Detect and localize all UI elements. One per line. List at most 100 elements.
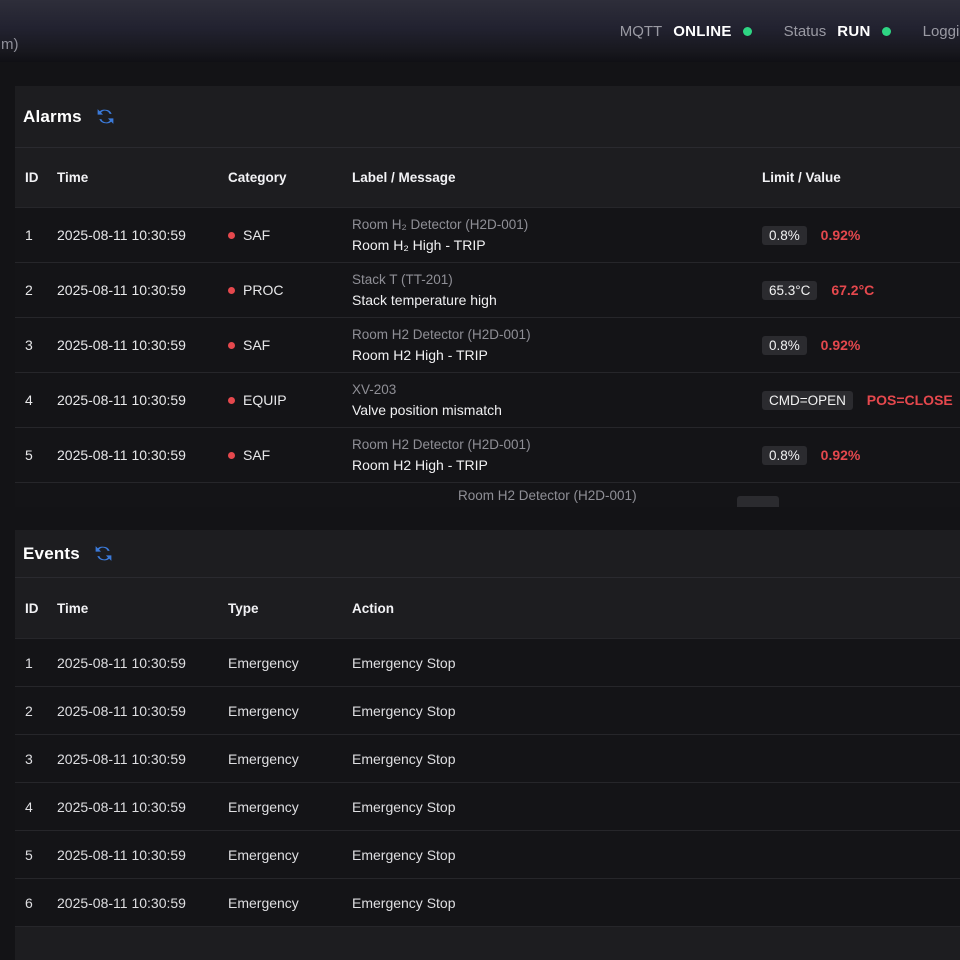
alarm-row-id: 4 xyxy=(25,392,57,408)
top-header-bar: m) MQTT ONLINE Status RUN Logging xyxy=(0,0,960,62)
alarm-severity-dot-icon xyxy=(228,287,235,294)
event-row-type: Emergency xyxy=(228,655,352,671)
alarms-title-row: Alarms xyxy=(15,86,960,148)
events-panel: Events ID Time Type Action 1 2025-08-11 … xyxy=(15,530,960,960)
logging-label[interactable]: Logging xyxy=(923,23,960,40)
alarm-row-label-message: Room H2 Detector (H2D-001) Room H2 High … xyxy=(352,325,762,365)
alarm-severity-dot-icon xyxy=(228,452,235,459)
header-status-nav: MQTT ONLINE Status RUN Logging xyxy=(620,0,960,62)
refresh-icon xyxy=(93,543,114,564)
refresh-icon xyxy=(95,106,116,127)
alarm-category-text: SAF xyxy=(243,227,270,243)
events-refresh-button[interactable] xyxy=(93,543,114,564)
alarm-row-label-message: Room H2 Detector (H2D-001) Room H2 High … xyxy=(352,435,762,475)
alarm-row-category: SAF xyxy=(228,447,352,463)
alarm-row-label: XV-203 xyxy=(352,380,762,400)
alarm-category-text: SAF xyxy=(243,447,270,463)
alarm-row-limit-value: 0.8% 0.92% xyxy=(762,226,960,245)
alarm-row-message: Room H2 High - TRIP xyxy=(352,455,762,475)
event-row-id: 4 xyxy=(25,799,57,815)
status-label: Status xyxy=(784,23,827,40)
alarms-partial-row-label: Room H2 Detector (H2D-001) xyxy=(458,488,637,503)
alarm-row-category: PROC xyxy=(228,282,352,298)
alarms-partial-row-badge xyxy=(737,496,779,507)
alarm-row-message: Stack temperature high xyxy=(352,290,762,310)
alarms-refresh-button[interactable] xyxy=(95,106,116,127)
alarm-row-category: SAF xyxy=(228,337,352,353)
alarm-row-message: Room H2 High - TRIP xyxy=(352,345,762,365)
alarm-row-limit-value: 65.3°C 67.2°C xyxy=(762,281,960,300)
alarm-row-label-message: Stack T (TT-201) Stack temperature high xyxy=(352,270,762,310)
mqtt-status-group: MQTT ONLINE xyxy=(620,23,752,40)
run-status-group: Status RUN xyxy=(784,23,891,40)
event-row-type: Emergency xyxy=(228,847,352,863)
alarm-severity-dot-icon xyxy=(228,397,235,404)
alarm-row-limit-value: 0.8% 0.92% xyxy=(762,336,960,355)
event-row-time: 2025-08-11 10:30:59 xyxy=(57,751,228,767)
events-table-end-divider xyxy=(15,926,960,927)
alarm-table-row: 3 2025-08-11 10:30:59 SAF Room H2 Detect… xyxy=(15,317,960,372)
alarm-severity-dot-icon xyxy=(228,342,235,349)
alarm-actual-value: 0.92% xyxy=(821,227,861,243)
event-row-time: 2025-08-11 10:30:59 xyxy=(57,655,228,671)
event-table-row: 3 2025-08-11 10:30:59 Emergency Emergenc… xyxy=(15,734,960,782)
event-row-action: Emergency Stop xyxy=(352,655,960,671)
alarm-row-time: 2025-08-11 10:30:59 xyxy=(57,282,228,298)
event-row-id: 1 xyxy=(25,655,57,671)
event-row-time: 2025-08-11 10:30:59 xyxy=(57,703,228,719)
event-row-id: 6 xyxy=(25,895,57,911)
event-table-row: 5 2025-08-11 10:30:59 Emergency Emergenc… xyxy=(15,830,960,878)
events-title: Events xyxy=(23,544,80,564)
alarms-table-body: 1 2025-08-11 10:30:59 SAF Room H₂ Detect… xyxy=(15,207,960,482)
alarm-actual-value: 0.92% xyxy=(821,447,861,463)
logging-nav-item[interactable]: Logging xyxy=(923,23,960,40)
alarm-table-row: 2 2025-08-11 10:30:59 PROC Stack T (TT-2… xyxy=(15,262,960,317)
alarm-row-category: EQUIP xyxy=(228,392,352,408)
events-col-time: Time xyxy=(57,601,228,616)
alarm-limit-badge: 0.8% xyxy=(762,446,807,465)
event-row-action: Emergency Stop xyxy=(352,847,960,863)
alarm-row-id: 1 xyxy=(25,227,57,243)
alarm-row-limit-value: CMD=OPEN POS=CLOSE xyxy=(762,391,960,410)
alarm-row-label-message: Room H₂ Detector (H2D-001) Room H₂ High … xyxy=(352,215,762,255)
alarm-row-id: 5 xyxy=(25,447,57,463)
event-table-row: 2 2025-08-11 10:30:59 Emergency Emergenc… xyxy=(15,686,960,734)
alarm-table-row: 1 2025-08-11 10:30:59 SAF Room H₂ Detect… xyxy=(15,207,960,262)
event-row-action: Emergency Stop xyxy=(352,895,960,911)
alarms-col-label: Label / Message xyxy=(352,170,762,185)
events-table-body: 1 2025-08-11 10:30:59 Emergency Emergenc… xyxy=(15,638,960,926)
alarms-panel: Alarms ID Time Category Label / Message … xyxy=(15,86,960,507)
event-table-row: 1 2025-08-11 10:30:59 Emergency Emergenc… xyxy=(15,638,960,686)
alarm-limit-badge: 0.8% xyxy=(762,336,807,355)
mqtt-online-dot-icon xyxy=(743,27,752,36)
event-row-id: 2 xyxy=(25,703,57,719)
event-row-id: 3 xyxy=(25,751,57,767)
alarm-row-message: Room H₂ High - TRIP xyxy=(352,235,762,255)
alarm-actual-value: POS=CLOSE xyxy=(867,392,953,408)
alarm-row-label: Room H₂ Detector (H2D-001) xyxy=(352,215,762,235)
alarms-col-category: Category xyxy=(228,170,352,185)
alarm-row-message: Valve position mismatch xyxy=(352,400,762,420)
alarm-table-row: 4 2025-08-11 10:30:59 EQUIP XV-203 Valve… xyxy=(15,372,960,427)
event-row-time: 2025-08-11 10:30:59 xyxy=(57,799,228,815)
event-row-id: 5 xyxy=(25,847,57,863)
alarm-row-label: Room H2 Detector (H2D-001) xyxy=(352,435,762,455)
event-row-type: Emergency xyxy=(228,799,352,815)
event-row-action: Emergency Stop xyxy=(352,751,960,767)
alarm-table-row: 5 2025-08-11 10:30:59 SAF Room H2 Detect… xyxy=(15,427,960,482)
alarm-row-label: Stack T (TT-201) xyxy=(352,270,762,290)
alarms-title: Alarms xyxy=(23,107,82,127)
alarms-partial-row: Room H2 Detector (H2D-001) xyxy=(15,482,960,507)
events-col-action: Action xyxy=(352,601,960,616)
event-row-type: Emergency xyxy=(228,703,352,719)
header-left-partial-text: m) xyxy=(1,36,19,53)
status-value: RUN xyxy=(837,23,870,40)
alarm-row-id: 2 xyxy=(25,282,57,298)
alarm-row-time: 2025-08-11 10:30:59 xyxy=(57,227,228,243)
alarm-limit-badge: CMD=OPEN xyxy=(762,391,853,410)
event-row-type: Emergency xyxy=(228,751,352,767)
alarms-col-time: Time xyxy=(57,170,228,185)
alarm-row-label-message: XV-203 Valve position mismatch xyxy=(352,380,762,420)
alarm-actual-value: 0.92% xyxy=(821,337,861,353)
alarm-row-time: 2025-08-11 10:30:59 xyxy=(57,447,228,463)
